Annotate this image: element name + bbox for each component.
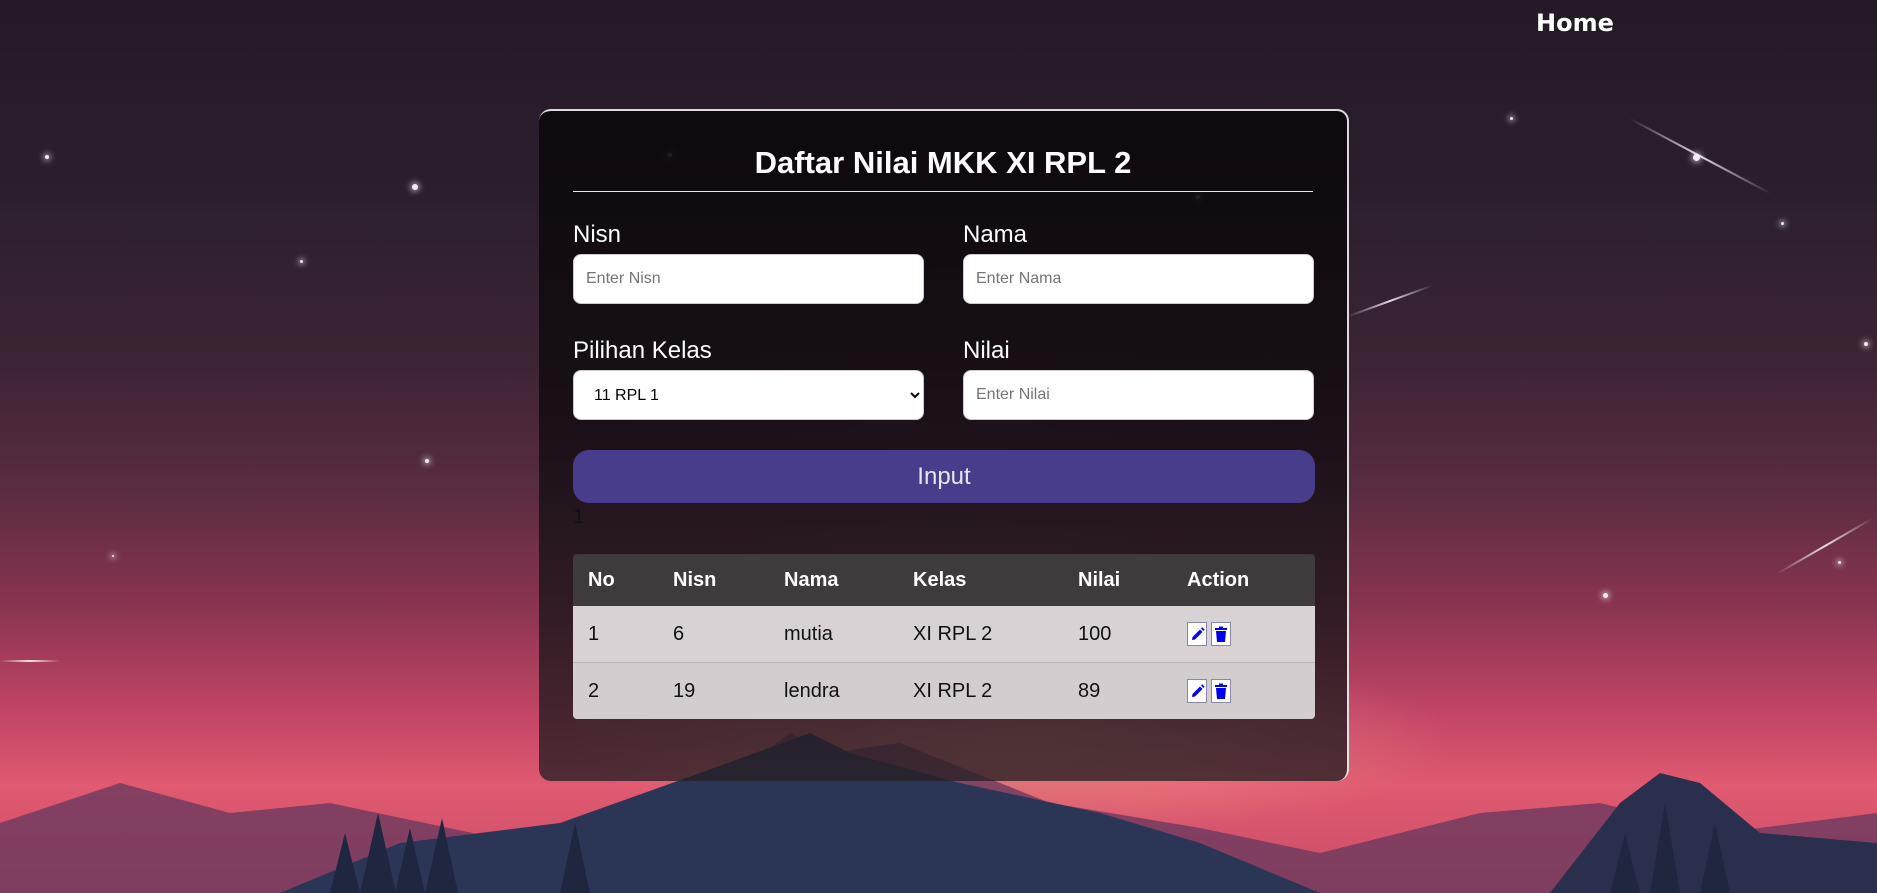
nisn-label: Nisn <box>573 221 622 248</box>
column-header-kelas: Kelas <box>898 554 1063 606</box>
column-header-nilai: Nilai <box>1063 554 1172 606</box>
nama-field-group: Nama <box>963 222 1314 304</box>
page-title: Daftar Nilai MKK XI RPL 2 <box>754 145 1132 180</box>
kelas-select[interactable]: 11 RPL 1 <box>573 370 924 420</box>
nav-home-link[interactable]: Home <box>1536 9 1614 37</box>
star <box>1838 561 1841 564</box>
nilai-field-group: Nilai <box>963 338 1314 420</box>
delete-button[interactable] <box>1211 622 1231 646</box>
kelas-label: Pilihan Kelas <box>573 337 712 364</box>
shooting-star <box>1628 117 1772 195</box>
star <box>425 459 429 463</box>
star <box>112 555 114 557</box>
cell-nisn: 6 <box>658 606 769 663</box>
grade-form-card: Daftar Nilai MKK XI RPL 2 Nisn Nama Pili… <box>539 109 1349 781</box>
star <box>1510 117 1513 120</box>
edit-icon <box>1192 627 1205 640</box>
trash-icon <box>1215 626 1227 642</box>
nisn-input[interactable] <box>573 254 924 304</box>
cell-kelas: XI RPL 2 <box>898 606 1063 663</box>
table-row: 1 6 mutia XI RPL 2 100 <box>573 606 1315 663</box>
cell-action <box>1172 606 1315 663</box>
cell-nilai: 100 <box>1063 606 1172 663</box>
cell-action <box>1172 662 1315 719</box>
star <box>300 260 303 263</box>
star <box>1781 222 1784 225</box>
input-submit-button[interactable]: Input <box>573 450 1315 503</box>
nilai-input[interactable] <box>963 370 1314 420</box>
nisn-field-group: Nisn <box>573 222 924 304</box>
trash-icon <box>1215 683 1227 699</box>
nilai-label: Nilai <box>963 337 1010 364</box>
shooting-star <box>1347 284 1433 318</box>
input-form: Nisn Nama Pilihan Kelas 11 RPL 1 Nilai <box>573 222 1314 454</box>
edit-icon <box>1192 684 1205 697</box>
edit-button[interactable] <box>1187 622 1207 646</box>
grades-table: No Nisn Nama Kelas Nilai Action 1 6 muti… <box>573 554 1315 719</box>
entry-counter: 1 <box>573 506 585 528</box>
cell-no: 2 <box>573 662 658 719</box>
edit-button[interactable] <box>1187 679 1207 703</box>
title-divider <box>573 191 1313 192</box>
star <box>412 184 418 190</box>
cell-nama: mutia <box>769 606 898 663</box>
star <box>1864 342 1868 346</box>
star <box>1693 154 1700 161</box>
table-header-row: No Nisn Nama Kelas Nilai Action <box>573 554 1315 606</box>
column-header-nisn: Nisn <box>658 554 769 606</box>
star <box>45 155 49 159</box>
shooting-star <box>0 660 60 662</box>
cell-no: 1 <box>573 606 658 663</box>
star <box>1603 593 1608 598</box>
cell-nama: lendra <box>769 662 898 719</box>
cell-nilai: 89 <box>1063 662 1172 719</box>
nama-label: Nama <box>963 221 1028 248</box>
column-header-action: Action <box>1172 554 1315 606</box>
delete-button[interactable] <box>1211 679 1231 703</box>
table-row: 2 19 lendra XI RPL 2 89 <box>573 662 1315 719</box>
kelas-field-group: Pilihan Kelas 11 RPL 1 <box>573 338 924 420</box>
nama-input[interactable] <box>963 254 1314 304</box>
cell-kelas: XI RPL 2 <box>898 662 1063 719</box>
column-header-no: No <box>573 554 658 606</box>
shooting-star <box>1776 517 1874 575</box>
column-header-nama: Nama <box>769 554 898 606</box>
cell-nisn: 19 <box>658 662 769 719</box>
